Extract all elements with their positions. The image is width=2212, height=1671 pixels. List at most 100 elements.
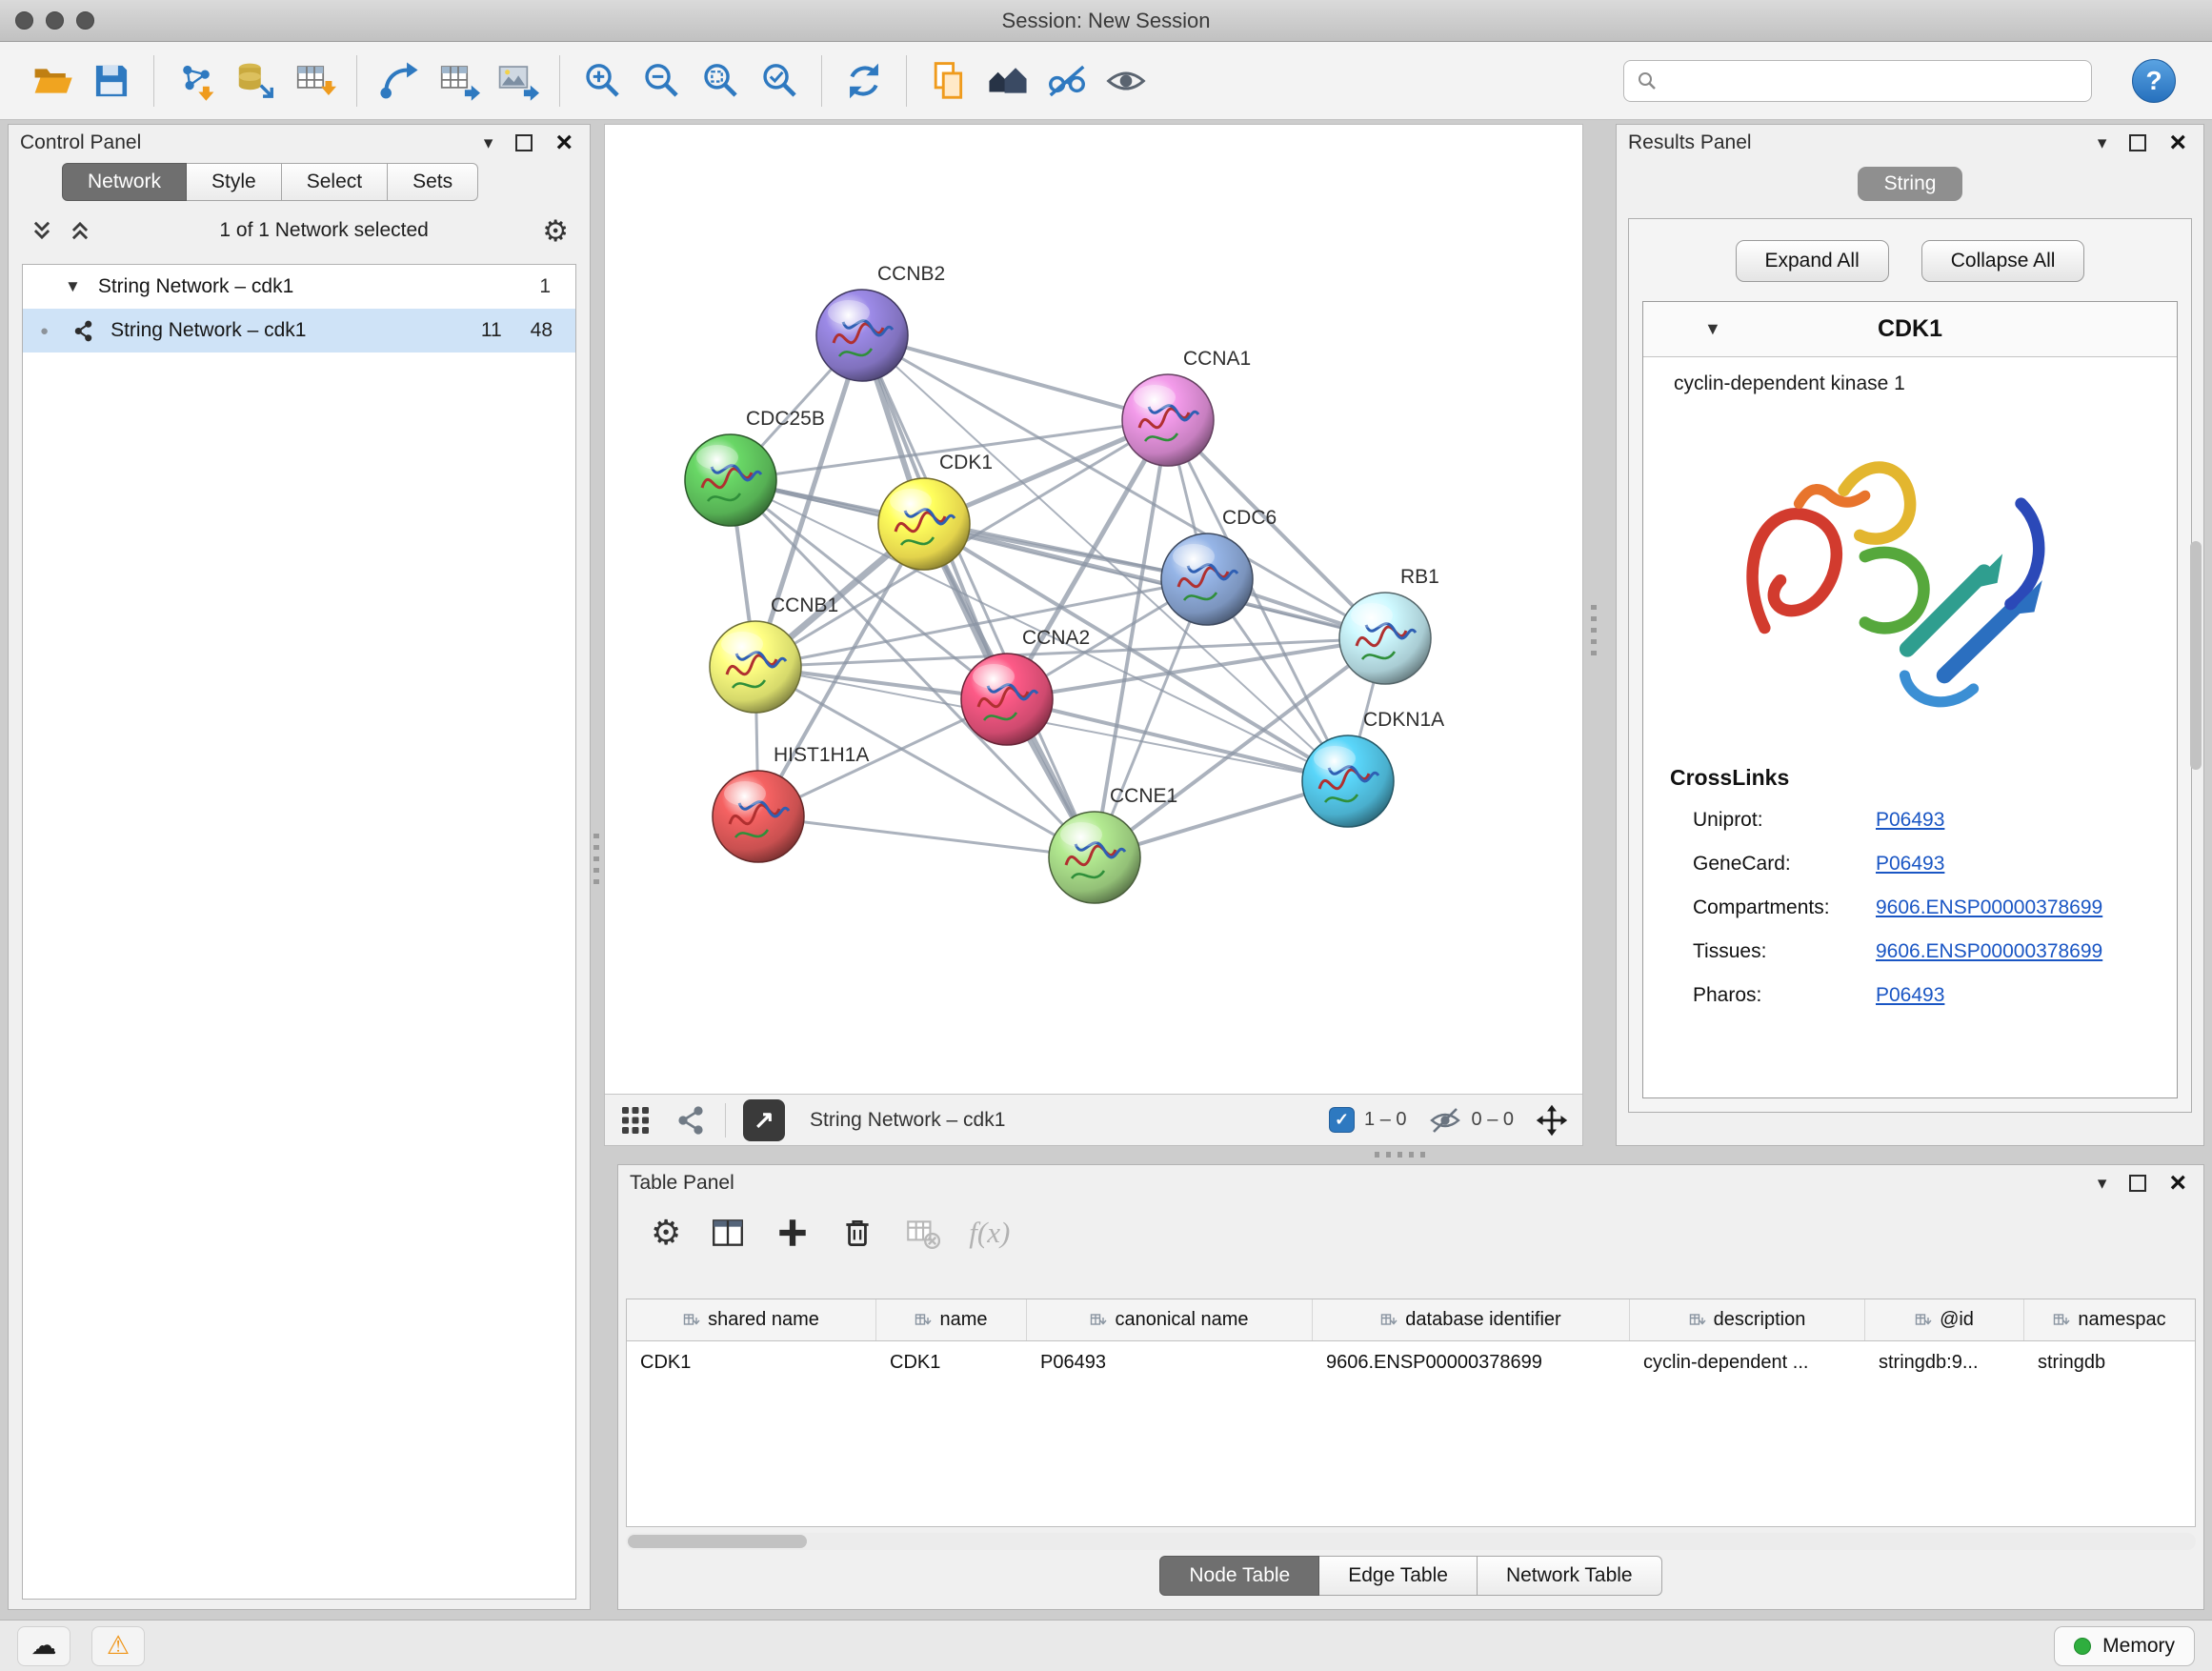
network-node[interactable]: CDC25B bbox=[685, 408, 825, 526]
splitter-handle[interactable] bbox=[593, 834, 599, 891]
column-header[interactable]: canonical name bbox=[1027, 1299, 1313, 1340]
import-network-button[interactable] bbox=[167, 50, 226, 111]
zoom-window-button[interactable] bbox=[76, 11, 94, 30]
table-row[interactable]: CDK1 CDK1 P06493 9606.ENSP00000378699 cy… bbox=[627, 1341, 2195, 1383]
panel-maximize-button[interactable] bbox=[2129, 1175, 2146, 1192]
table-cell[interactable]: cyclin-dependent ... bbox=[1630, 1341, 1865, 1383]
table-cell[interactable]: P06493 bbox=[1027, 1341, 1313, 1383]
minimize-window-button[interactable] bbox=[46, 11, 64, 30]
delete-column-trash-icon[interactable] bbox=[839, 1215, 875, 1251]
collapse-all-button[interactable]: Collapse All bbox=[1921, 240, 2085, 282]
export-table-button[interactable] bbox=[429, 50, 488, 111]
results-tab-string[interactable]: String bbox=[1858, 167, 1963, 201]
panel-float-button[interactable]: ▾ bbox=[2098, 1175, 2107, 1193]
zoom-in-button[interactable] bbox=[573, 50, 632, 111]
selected-checkbox-icon[interactable]: ✓ bbox=[1329, 1107, 1355, 1133]
tree-expand-icon[interactable]: ▼ bbox=[65, 277, 81, 296]
splitter-handle[interactable] bbox=[1591, 605, 1597, 662]
hidden-eye-icon[interactable] bbox=[1428, 1103, 1462, 1137]
open-session-button[interactable] bbox=[23, 50, 82, 111]
expand-all-button[interactable]: Expand All bbox=[1736, 240, 1889, 282]
show-columns-icon[interactable] bbox=[710, 1215, 746, 1251]
refresh-button[interactable] bbox=[835, 50, 894, 111]
help-button[interactable]: ? bbox=[2132, 59, 2176, 103]
search-input[interactable] bbox=[1668, 70, 2080, 91]
zoom-out-button[interactable] bbox=[632, 50, 691, 111]
network-node[interactable]: RB1 bbox=[1339, 566, 1439, 684]
tab-style[interactable]: Style bbox=[187, 163, 282, 201]
show-details-button[interactable] bbox=[1096, 50, 1156, 111]
crosslink-link[interactable]: 9606.ENSP00000378699 bbox=[1876, 896, 2102, 919]
column-header[interactable]: @id bbox=[1865, 1299, 2024, 1340]
panel-maximize-button[interactable] bbox=[2129, 134, 2146, 151]
splitter-handle[interactable] bbox=[1375, 1152, 1432, 1158]
import-table-button[interactable] bbox=[285, 50, 344, 111]
network-edge[interactable] bbox=[1007, 699, 1348, 781]
cloud-sync-button[interactable]: ☁ bbox=[17, 1626, 70, 1666]
close-window-button[interactable] bbox=[15, 11, 33, 30]
zoom-fit-button[interactable] bbox=[691, 50, 750, 111]
copy-button[interactable] bbox=[919, 50, 978, 111]
crosslink-link[interactable]: P06493 bbox=[1876, 809, 1944, 832]
panel-close-button[interactable]: × bbox=[555, 129, 573, 157]
panel-close-button[interactable]: × bbox=[2169, 1169, 2186, 1198]
table-cell[interactable]: stringdb bbox=[2024, 1341, 2195, 1383]
tab-edge-table[interactable]: Edge Table bbox=[1319, 1556, 1478, 1596]
home-view-button[interactable] bbox=[978, 50, 1037, 111]
gene-card-header[interactable]: ▼ CDK1 bbox=[1643, 302, 2177, 357]
panel-float-button[interactable]: ▾ bbox=[2098, 134, 2107, 152]
column-header[interactable]: shared name bbox=[627, 1299, 876, 1340]
tab-node-table[interactable]: Node Table bbox=[1159, 1556, 1319, 1596]
table-cell[interactable]: 9606.ENSP00000378699 bbox=[1313, 1341, 1630, 1383]
collapse-all-networks-icon[interactable] bbox=[68, 218, 92, 243]
table-settings-gear-icon[interactable]: ⚙ bbox=[651, 1216, 681, 1250]
table-cell[interactable]: CDK1 bbox=[876, 1341, 1027, 1383]
network-collection-row[interactable]: ▼ String Network – cdk1 1 bbox=[23, 265, 575, 309]
export-network-button[interactable] bbox=[370, 50, 429, 111]
load-database-button[interactable] bbox=[226, 50, 285, 111]
column-header[interactable]: namespac bbox=[2024, 1299, 2195, 1340]
gene-collapse-icon[interactable]: ▼ bbox=[1704, 319, 1721, 339]
export-image-button[interactable] bbox=[488, 50, 547, 111]
crosslink-link[interactable]: P06493 bbox=[1876, 984, 1944, 1007]
panel-float-button[interactable]: ▾ bbox=[484, 134, 493, 152]
column-header[interactable]: description bbox=[1630, 1299, 1865, 1340]
crosslink-link[interactable]: P06493 bbox=[1876, 853, 1944, 876]
add-column-icon[interactable] bbox=[774, 1215, 811, 1251]
zoom-selected-button[interactable] bbox=[750, 50, 809, 111]
hide-details-button[interactable] bbox=[1037, 50, 1096, 111]
table-cell[interactable]: CDK1 bbox=[627, 1341, 876, 1383]
tab-select[interactable]: Select bbox=[282, 163, 388, 201]
expand-all-networks-icon[interactable] bbox=[30, 218, 54, 243]
table-horizontal-scrollbar[interactable] bbox=[626, 1533, 2196, 1550]
pan-crosshair-icon[interactable] bbox=[1535, 1103, 1569, 1137]
tab-network-table[interactable]: Network Table bbox=[1478, 1556, 1662, 1596]
warnings-button[interactable]: ⚠ bbox=[91, 1626, 145, 1666]
birds-eye-view-button[interactable]: ↗ bbox=[743, 1099, 785, 1141]
network-node[interactable]: CDKN1A bbox=[1302, 709, 1444, 827]
network-node[interactable]: CDK1 bbox=[878, 452, 993, 570]
column-header[interactable]: database identifier bbox=[1313, 1299, 1630, 1340]
network-row-selected[interactable]: ● String Network – cdk1 11 48 bbox=[23, 309, 575, 352]
network-canvas[interactable]: CCNB2CCNA1CDC25BCDK1CDC6RB1CCNB1CCNA2CDK… bbox=[605, 125, 1582, 1094]
memory-button[interactable]: Memory bbox=[2054, 1626, 2195, 1666]
results-scrollbar[interactable] bbox=[2190, 541, 2202, 770]
crosslink-link[interactable]: 9606.ENSP00000378699 bbox=[1876, 940, 2102, 963]
grid-view-icon[interactable] bbox=[618, 1103, 653, 1137]
network-share-view-icon[interactable] bbox=[674, 1103, 708, 1137]
save-session-button[interactable] bbox=[82, 50, 141, 111]
tab-sets[interactable]: Sets bbox=[388, 163, 478, 201]
panel-close-button[interactable]: × bbox=[2169, 129, 2186, 157]
table-cell[interactable]: stringdb:9... bbox=[1865, 1341, 2024, 1383]
scrollbar-thumb[interactable] bbox=[628, 1535, 807, 1548]
panel-maximize-button[interactable] bbox=[515, 134, 533, 151]
search-field[interactable] bbox=[1623, 60, 2092, 102]
network-edge[interactable] bbox=[758, 816, 1095, 857]
network-node[interactable]: CCNA1 bbox=[1122, 348, 1251, 466]
network-options-gear-icon[interactable]: ⚙ bbox=[542, 216, 569, 246]
tab-network[interactable]: Network bbox=[62, 163, 187, 201]
network-node[interactable]: CCNB2 bbox=[816, 263, 945, 381]
network-node[interactable]: HIST1H1A bbox=[713, 744, 869, 862]
network-edge[interactable] bbox=[862, 335, 1095, 857]
column-header[interactable]: name bbox=[876, 1299, 1027, 1340]
